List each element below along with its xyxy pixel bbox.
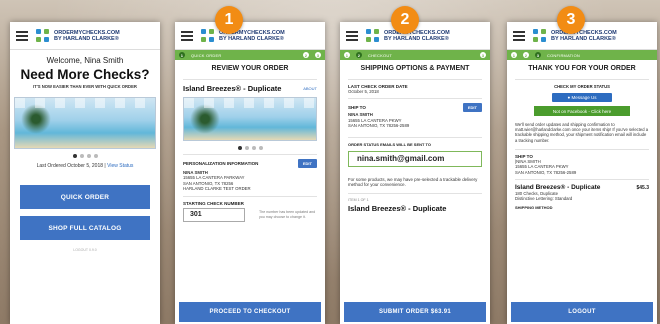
- carousel-dots[interactable]: [183, 146, 317, 150]
- product-price: $45.3: [636, 184, 649, 191]
- phone-screen-confirmation: ORDERMYCHECKS.COM BY HARLAND CLARKE® 12 3…: [507, 22, 657, 324]
- phone-screen-shipping: ORDERMYCHECKS.COM BY HARLAND CLARKE® 12 C…: [340, 22, 490, 324]
- check-status-label: CHECK MY ORDER STATUS: [554, 84, 610, 89]
- progress-bar: 12 CHECKOUT 3: [340, 50, 490, 60]
- brand-logo-text: ORDERMYCHECKS.COM BY HARLAND CLARKE®: [54, 29, 120, 42]
- facebook-button[interactable]: Not on Facebook - Click here: [534, 106, 630, 116]
- page-title: REVIEW YOUR ORDER: [211, 65, 289, 72]
- email-label: ORDER STATUS EMAILS WILL BE SENT TO: [348, 141, 432, 147]
- logout-button[interactable]: LOGOUT: [511, 302, 653, 322]
- message-us-button[interactable]: ● Message Us: [552, 93, 612, 102]
- welcome-text: Welcome, Nina Smith: [46, 56, 124, 65]
- brand-logo-text: ORDERMYCHECKS.COM BY HARLAND CLARKE®: [384, 29, 450, 42]
- footer-version: LOGOUT 0.9.0: [73, 248, 97, 252]
- ship-to-label: SHIP TO: [348, 105, 366, 111]
- about-link[interactable]: ABOUT: [303, 86, 317, 91]
- confirmation-message: We'll send order updates and shipping co…: [515, 122, 649, 143]
- view-status-link[interactable]: View Status: [107, 163, 133, 169]
- last-order-date: October 5, 2018: [348, 89, 379, 94]
- subheadline: IT'S NOW EASIER THAN EVER WITH QUICK ORD…: [33, 84, 137, 89]
- hamburger-menu-icon[interactable]: [181, 30, 193, 41]
- personalization-info: NINA SMITH 15655 LA CANTERA PARKWAY SAN …: [183, 170, 251, 192]
- logo-icon: [366, 28, 380, 43]
- quick-order-button[interactable]: QUICK ORDER: [20, 185, 150, 209]
- delivery-note: For some products, we may have pre-selec…: [348, 176, 478, 188]
- logo-icon: [36, 28, 50, 43]
- headline: Need More Checks?: [20, 67, 150, 82]
- product-name: Island Breezes® - Duplicate: [515, 184, 601, 192]
- starting-check-label: STARTING CHECK NUMBER: [183, 200, 244, 206]
- proceed-to-checkout-button[interactable]: PROCEED TO CHECKOUT: [179, 302, 321, 322]
- progress-bar: 1 QUICK ORDER 23: [175, 50, 325, 60]
- ship-to-address: |NINA SMITH 15655 LA CANTERA PKWY SAN AN…: [515, 158, 577, 175]
- email-field[interactable]: nina.smith@gmail.com: [348, 150, 482, 167]
- app-header: ORDERMYCHECKS.COM BY HARLAND CLARKE®: [10, 22, 160, 50]
- page-title: SHIPPING OPTIONS & PAYMENT: [360, 65, 470, 72]
- edit-shipping-button[interactable]: EDIT: [462, 103, 482, 113]
- check-design-image[interactable]: [14, 97, 156, 149]
- app-header: ORDERMYCHECKS.COM BY HARLAND CLARKE®: [175, 22, 325, 50]
- product-lettering: Distinctive Lettering: Standard: [515, 196, 573, 202]
- step-badge-1: 1: [215, 6, 243, 34]
- brand-logo-text: ORDERMYCHECKS.COM BY HARLAND CLARKE®: [551, 29, 617, 42]
- edit-personalization-button[interactable]: EDIT: [297, 159, 317, 168]
- phone-screen-home: ORDERMYCHECKS.COM BY HARLAND CLARKE® Welc…: [10, 22, 160, 324]
- shop-catalog-button[interactable]: SHOP FULL CATALOG: [20, 216, 150, 240]
- progress-bar: 12 3 CONFIRMATION: [507, 50, 657, 60]
- starting-check-input[interactable]: 301: [183, 207, 245, 222]
- hamburger-menu-icon[interactable]: [346, 30, 358, 41]
- logo-icon: [533, 28, 547, 43]
- hamburger-menu-icon[interactable]: [16, 30, 28, 41]
- product-name: Island Breezes® - Duplicate: [348, 203, 447, 213]
- ship-to-address: NINA SMITH 15655 LA CANTERA PKWY SAN ANT…: [348, 112, 410, 129]
- check-design-image[interactable]: [183, 97, 317, 141]
- carousel-dots[interactable]: [10, 154, 160, 158]
- product-name: Island Breezes® - Duplicate: [183, 84, 282, 93]
- submit-order-button[interactable]: SUBMIT ORDER $63.91: [344, 302, 486, 322]
- personalization-label: PERSONALIZATION INFORMATION: [183, 161, 259, 166]
- last-ordered-text: Last Ordered October 5, 2018 | View Stat…: [36, 163, 134, 169]
- page-title: THANK YOU FOR YOUR ORDER: [528, 65, 636, 72]
- step-badge-2: 2: [391, 6, 419, 34]
- hamburger-menu-icon[interactable]: [513, 30, 525, 41]
- step-badge-3: 3: [557, 6, 585, 34]
- shipping-method-label: SHIPPING METHOD: [515, 204, 553, 210]
- starting-check-note: The number has been updated and you may …: [259, 210, 316, 219]
- logo-icon: [201, 28, 215, 43]
- phone-screen-review: ORDERMYCHECKS.COM BY HARLAND CLARKE® 1 QUI…: [175, 22, 325, 324]
